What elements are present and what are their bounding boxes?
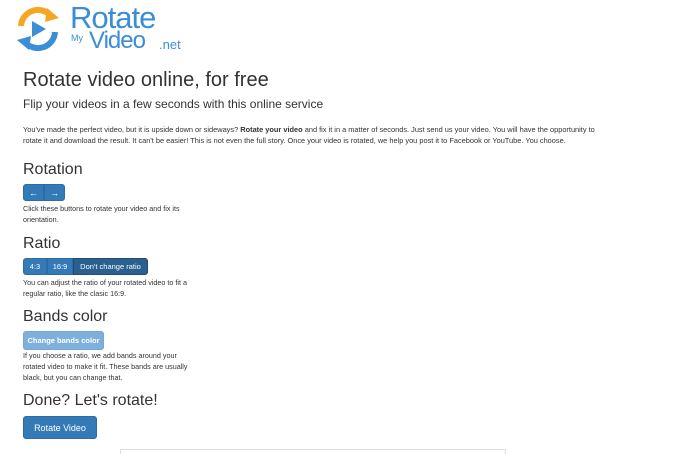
done-heading: Done? Let's rotate! xyxy=(23,392,158,409)
rotate-video-button[interactable]: Rotate Video xyxy=(23,416,97,439)
rotation-help-text: Click these buttons to rotate your video… xyxy=(23,204,180,224)
arrow-left-icon: ← xyxy=(29,187,38,198)
page-subtitle: Flip your videos in a few seconds with t… xyxy=(23,97,324,111)
intro-bold: Rotate your video xyxy=(240,125,303,134)
rotate-left-button[interactable]: ← xyxy=(23,184,44,201)
ratio-16-9-button[interactable]: 16:9 xyxy=(47,258,73,275)
ratio-heading: Ratio xyxy=(23,235,61,252)
arrow-right-icon: → xyxy=(50,187,59,198)
ratio-help-text: You can adjust the ratio of your rotated… xyxy=(23,278,187,298)
rotate-right-button[interactable]: → xyxy=(44,184,65,201)
rotation-button-group: ← → xyxy=(23,184,65,201)
ratio-no-change-button[interactable]: Don't change ratio xyxy=(73,258,148,275)
rotate-arrows-play-icon xyxy=(17,6,59,52)
intro-paragraph: You've made the perfect video, but it is… xyxy=(23,124,608,146)
logo-word-my: My xyxy=(71,33,83,43)
intro-text-1: You've made the perfect video, but it is… xyxy=(23,125,241,134)
change-bands-color-button[interactable]: Change bands color xyxy=(23,331,104,350)
ratio-4-3-button[interactable]: 4:3 xyxy=(23,258,47,275)
video-upload-panel xyxy=(120,449,506,454)
site-logo[interactable]: Rotate My Video .net xyxy=(13,1,193,54)
logo-word-video: Video xyxy=(89,27,146,54)
rotation-heading: Rotation xyxy=(23,161,83,178)
bands-color-heading: Bands color xyxy=(23,308,108,325)
logo-word-net: .net xyxy=(159,37,181,52)
page: Rotate My Video .net Rotate video online… xyxy=(0,0,700,454)
page-title: Rotate video online, for free xyxy=(23,69,269,91)
bands-help-text: If you choose a ratio, we add bands arou… xyxy=(23,351,188,382)
ratio-button-group: 4:3 16:9 Don't change ratio xyxy=(23,258,148,275)
